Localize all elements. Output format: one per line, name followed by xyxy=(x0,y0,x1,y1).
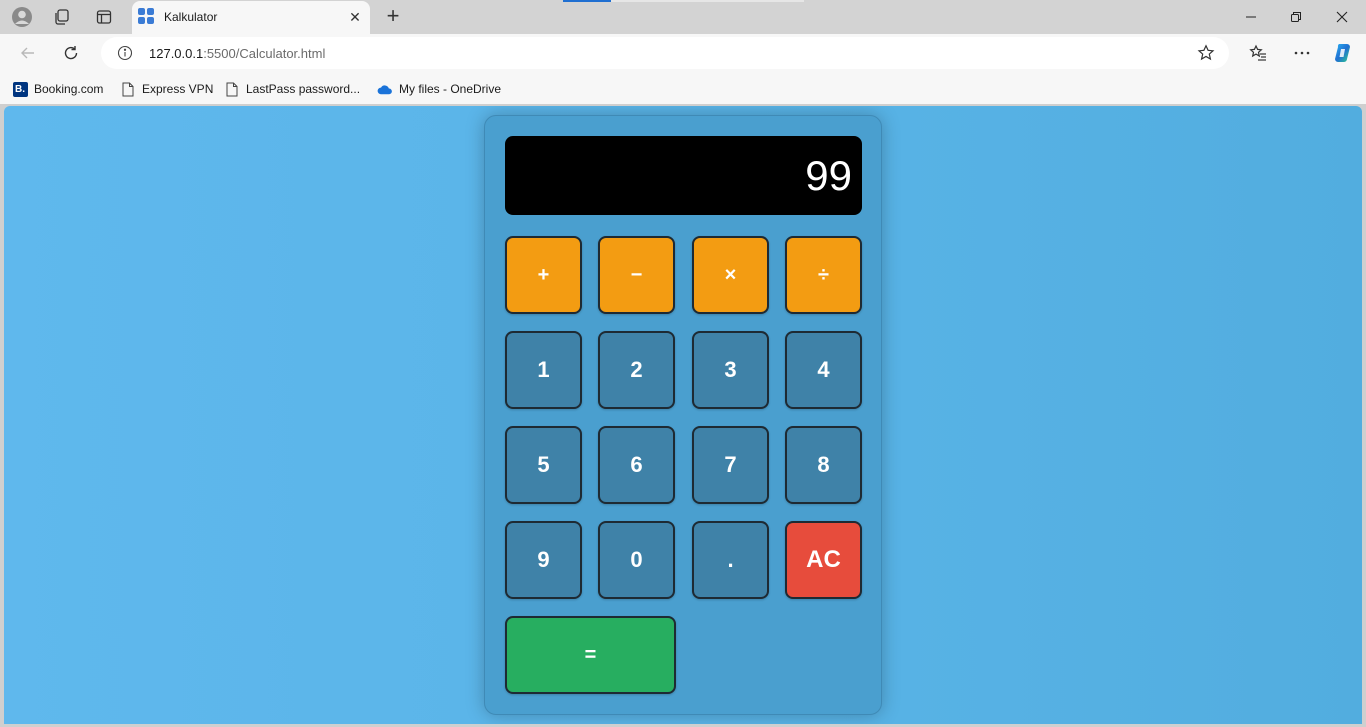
subtract-button[interactable]: − xyxy=(598,236,675,314)
bookmarks-bar: B. Booking.com Express VPN LastPass pass… xyxy=(0,72,1366,104)
url-path: :5500/Calculator.html xyxy=(203,46,326,61)
tab-strip-indicator xyxy=(563,0,611,2)
digit-4-button[interactable]: 4 xyxy=(785,331,862,409)
digit-8-button[interactable]: 8 xyxy=(785,426,862,504)
digit-5-button[interactable]: 5 xyxy=(505,426,582,504)
close-tab-icon[interactable]: ✕ xyxy=(348,10,362,24)
new-tab-button[interactable]: + xyxy=(380,5,406,29)
back-button[interactable] xyxy=(14,39,42,67)
more-options-icon[interactable] xyxy=(1288,39,1316,67)
digit-3-button[interactable]: 3 xyxy=(692,331,769,409)
digit-7-button[interactable]: 7 xyxy=(692,426,769,504)
calculator-favicon-icon xyxy=(138,8,154,24)
page-viewport: 99 + − × ÷ 1 2 3 4 5 6 7 8 9 0 . AC = xyxy=(4,106,1362,724)
tab-title: Kalkulator xyxy=(164,10,218,24)
multiply-button[interactable]: × xyxy=(692,236,769,314)
bookmark-label: My files - OneDrive xyxy=(399,82,502,96)
bookmark-onedrive[interactable]: My files - OneDrive xyxy=(377,80,501,98)
bookmark-lastpass[interactable]: LastPass password... xyxy=(224,80,360,98)
digit-0-button[interactable]: 0 xyxy=(598,521,675,599)
address-bar[interactable]: 127.0.0.1:5500/Calculator.html xyxy=(101,37,1229,69)
copilot-icon[interactable] xyxy=(1330,39,1358,67)
add-button[interactable]: + xyxy=(505,236,582,314)
refresh-button[interactable] xyxy=(57,39,85,67)
navigation-bar: 127.0.0.1:5500/Calculator.html xyxy=(0,34,1366,72)
active-tab[interactable]: Kalkulator ✕ xyxy=(132,1,370,34)
digit-1-button[interactable]: 1 xyxy=(505,331,582,409)
url-host: 127.0.0.1 xyxy=(149,46,204,61)
close-window-button[interactable] xyxy=(1319,4,1365,30)
restore-button[interactable] xyxy=(1273,4,1319,30)
equals-button[interactable]: = xyxy=(505,616,676,694)
page-icon xyxy=(120,81,136,97)
profile-icon[interactable] xyxy=(9,5,35,29)
bookmark-express-vpn[interactable]: Express VPN xyxy=(120,80,213,98)
calculator: 99 + − × ÷ 1 2 3 4 5 6 7 8 9 0 . AC = xyxy=(484,115,882,715)
digit-9-button[interactable]: 9 xyxy=(505,521,582,599)
bookmark-booking[interactable]: B. Booking.com xyxy=(12,80,103,98)
title-bar: Kalkulator ✕ + xyxy=(0,0,1366,34)
page-icon xyxy=(224,81,240,97)
onedrive-icon xyxy=(377,81,393,97)
bookmark-label: Express VPN xyxy=(142,82,214,96)
bookmark-label: Booking.com xyxy=(34,82,104,96)
site-info-icon[interactable] xyxy=(117,45,133,61)
tab-strip-track xyxy=(611,0,804,2)
digit-2-button[interactable]: 2 xyxy=(598,331,675,409)
favorite-star-icon[interactable] xyxy=(1197,44,1215,62)
clear-button[interactable]: AC xyxy=(785,521,862,599)
tab-actions-icon[interactable] xyxy=(91,5,117,29)
workspaces-icon[interactable] xyxy=(49,5,75,29)
decimal-button[interactable]: . xyxy=(692,521,769,599)
url-text[interactable]: 127.0.0.1:5500/Calculator.html xyxy=(149,46,325,61)
minimize-button[interactable] xyxy=(1228,4,1274,30)
bookmark-label: LastPass password... xyxy=(246,82,361,96)
booking-logo-icon: B. xyxy=(12,81,28,97)
divide-button[interactable]: ÷ xyxy=(785,236,862,314)
digit-6-button[interactable]: 6 xyxy=(598,426,675,504)
calculator-display: 99 xyxy=(505,136,862,215)
favorites-icon[interactable] xyxy=(1244,39,1272,67)
